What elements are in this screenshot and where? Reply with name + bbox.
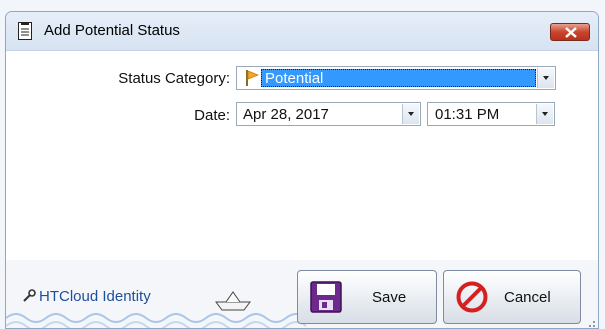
- cancel-label: Cancel: [504, 289, 551, 306]
- htcloud-identity-text: HTCloud Identity: [39, 288, 151, 305]
- paper-boat-icon: [215, 291, 251, 311]
- chevron-down-icon[interactable]: [402, 104, 419, 124]
- document-icon: [18, 22, 32, 40]
- status-category-dropdown[interactable]: Potential: [236, 66, 556, 90]
- flag-icon: [245, 70, 260, 91]
- date-label: Date:: [194, 107, 230, 124]
- htcloud-identity-link[interactable]: HTCloud Identity: [23, 288, 151, 305]
- cancel-button[interactable]: Cancel: [443, 270, 581, 324]
- status-category-label: Status Category:: [118, 70, 230, 87]
- no-entry-icon: [456, 281, 488, 318]
- resize-grip-icon[interactable]: [586, 318, 596, 328]
- chevron-down-icon[interactable]: [536, 104, 553, 124]
- close-icon: [565, 27, 577, 38]
- save-label: Save: [372, 289, 407, 306]
- status-category-value: Potential: [265, 70, 324, 87]
- chevron-down-icon[interactable]: [537, 68, 554, 88]
- title-bar[interactable]: Add Potential Status: [6, 12, 598, 51]
- time-picker[interactable]: 01:31 PM: [427, 102, 555, 126]
- floppy-disk-icon: [310, 281, 342, 318]
- close-button[interactable]: [550, 23, 590, 41]
- save-button[interactable]: Save: [297, 270, 437, 324]
- window-title: Add Potential Status: [44, 22, 180, 39]
- wrench-icon: [23, 289, 36, 302]
- date-value: Apr 28, 2017: [243, 106, 329, 123]
- date-picker[interactable]: Apr 28, 2017: [236, 102, 421, 126]
- time-value: 01:31 PM: [435, 106, 500, 123]
- dialog-window: Add Potential Status Status Category: Po…: [5, 11, 599, 329]
- dialog-footer: HTCloud Identity Save Cancel: [6, 260, 598, 328]
